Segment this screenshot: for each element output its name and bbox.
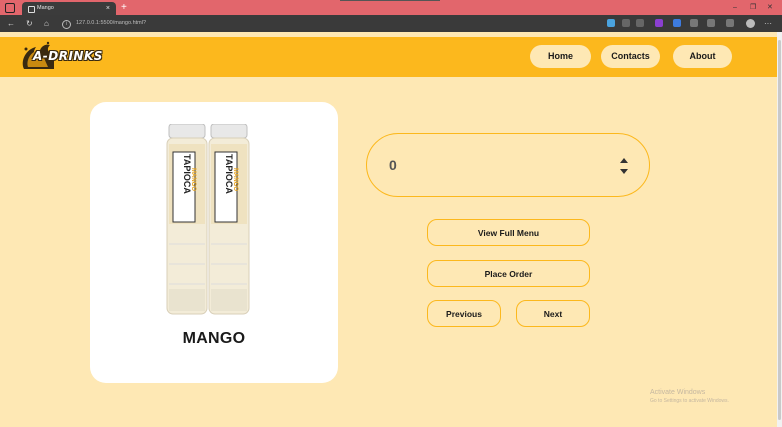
scrollbar-thumb[interactable]	[778, 40, 781, 420]
extension-blue-icon[interactable]	[673, 19, 681, 27]
tab-title: Mango	[37, 5, 54, 11]
close-window-icon[interactable]: ✕	[767, 0, 773, 15]
collections-icon[interactable]	[726, 19, 734, 27]
url-text: 127.0.0.1:5500/mango.html?	[76, 20, 147, 26]
next-button[interactable]: Next	[516, 300, 590, 327]
nav-about-button[interactable]: About	[673, 45, 732, 68]
back-icon[interactable]: ←	[7, 15, 15, 32]
logo-text[interactable]: A-DRINKS	[33, 49, 103, 63]
extension-icon[interactable]	[607, 19, 615, 27]
browser-app-icon[interactable]	[5, 3, 15, 13]
place-order-button[interactable]: Place Order	[427, 260, 590, 287]
site-info-icon[interactable]: i	[62, 20, 71, 29]
browser-titlebar: Mango × + – ❐ ✕	[0, 0, 782, 15]
extension-purple-icon[interactable]	[655, 19, 663, 27]
watermark-title: Activate Windows	[650, 389, 706, 396]
view-full-menu-button[interactable]: View Full Menu	[427, 219, 590, 246]
titlebar-divider	[340, 0, 440, 1]
home-icon[interactable]: ⌂	[44, 15, 49, 32]
product-label-brand: MANGO	[232, 168, 238, 191]
refresh-icon[interactable]: ↻	[26, 15, 33, 32]
profile-avatar[interactable]	[746, 19, 755, 28]
favorites-icon[interactable]	[707, 19, 715, 27]
product-card: TAPIOCA MANGO TAPIOCA MANGO MANGO	[90, 102, 338, 383]
previous-button[interactable]: Previous	[427, 300, 501, 327]
new-tab-icon[interactable]: +	[121, 0, 127, 15]
browser-tab[interactable]: Mango ×	[22, 2, 116, 15]
minimize-icon[interactable]: –	[733, 0, 737, 15]
restore-icon[interactable]: ❐	[750, 0, 756, 15]
address-bar[interactable]: i 127.0.0.1:5500/mango.html?	[60, 17, 590, 30]
more-icon[interactable]: ···	[764, 15, 772, 32]
increment-icon[interactable]	[620, 158, 628, 163]
product-label-brand: MANGO	[190, 168, 196, 191]
nav-home-button[interactable]: Home	[530, 45, 591, 68]
nav-contacts-button[interactable]: Contacts	[601, 45, 660, 68]
product-name: MANGO	[182, 330, 246, 347]
read-aloud-icon[interactable]	[622, 19, 630, 27]
product-image: TAPIOCA MANGO TAPIOCA MANGO	[166, 124, 250, 315]
page-icon	[28, 6, 35, 13]
browser-toolbar: ← ↻ ⌂ i 127.0.0.1:5500/mango.html? ···	[0, 15, 782, 32]
site-header: A-DRINKS Home Contacts About	[0, 37, 777, 77]
watermark-subtitle: Go to Settings to activate Windows.	[650, 398, 729, 404]
decrement-icon[interactable]	[620, 169, 628, 174]
close-tab-icon[interactable]: ×	[106, 2, 110, 15]
quantity-input[interactable]: 0	[366, 133, 650, 197]
quantity-stepper[interactable]	[619, 156, 629, 176]
extensions-icon[interactable]	[690, 19, 698, 27]
activate-windows-watermark: Activate Windows Go to Settings to activ…	[650, 388, 729, 406]
tab-icon[interactable]	[636, 19, 644, 27]
quantity-value[interactable]: 0	[389, 157, 397, 173]
